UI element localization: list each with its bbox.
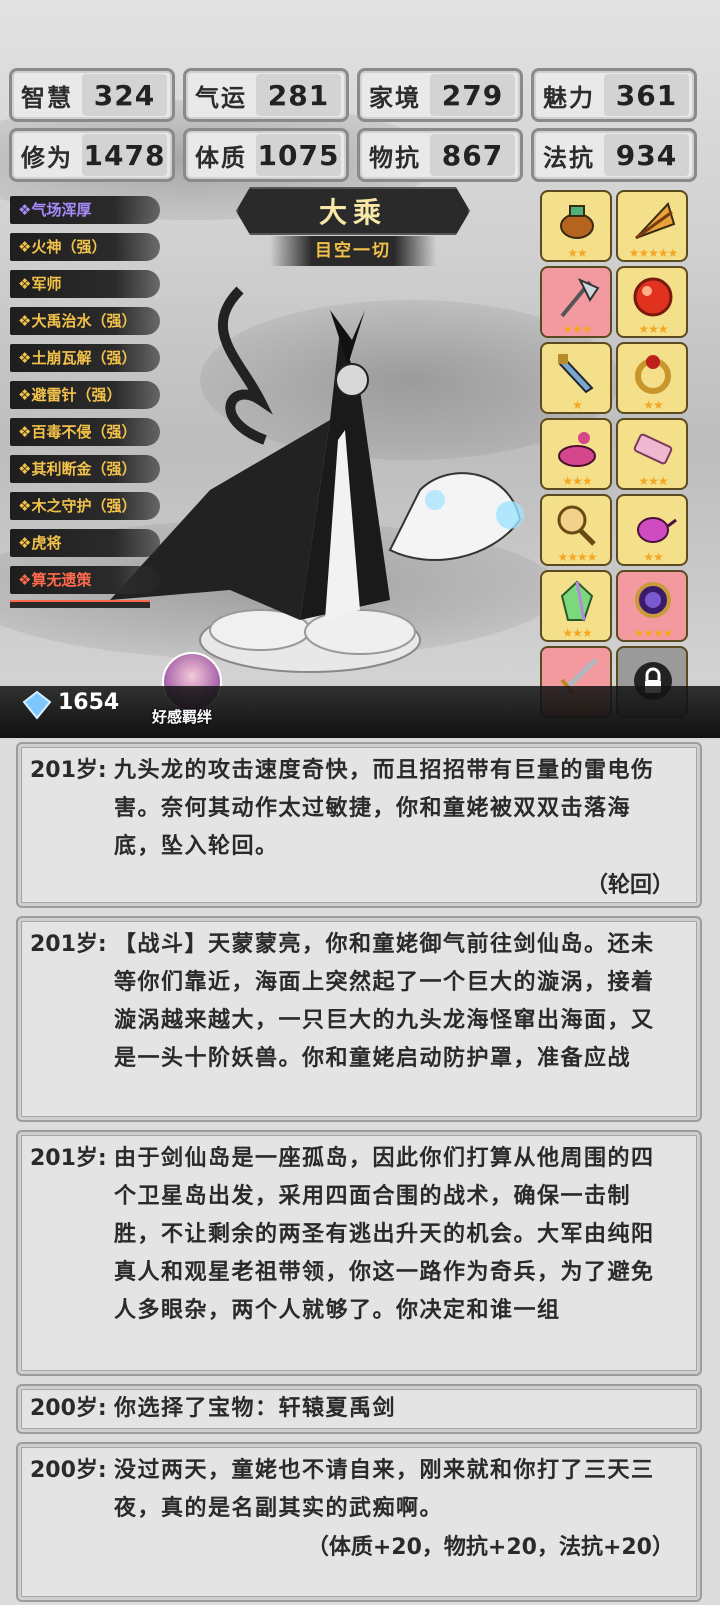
log-text: 没过两天，童姥也不请自来，刚来就和你打了三天三夜，真的是名副其实的武痴啊。 xyxy=(114,1458,655,1521)
stat-cultivation: 修为 1478 xyxy=(9,128,175,182)
log-text: 九头龙的攻击速度奇快，而且招招带有巨量的雷电伤害。奈何其动作太过敏捷，你和童姥被… xyxy=(114,758,655,859)
item-stars: ★★★ xyxy=(638,322,668,336)
trait-item[interactable]: ❖木之守护（强） xyxy=(10,492,160,520)
trait-item[interactable]: ❖算无遗策 xyxy=(10,566,160,594)
item-slot[interactable]: ★ xyxy=(540,342,612,414)
item-slot[interactable]: ★★★ xyxy=(616,418,688,490)
trait-item[interactable]: ❖军师 xyxy=(10,270,160,298)
incense-burner-icon xyxy=(560,205,594,239)
item-slot[interactable]: ★★★ xyxy=(540,266,612,338)
favor-label[interactable]: 好感羁绊 xyxy=(152,706,212,727)
purple-mirror-icon xyxy=(635,582,671,618)
stat-value: 279 xyxy=(430,74,515,116)
stat-value: 1075 xyxy=(256,134,341,176)
stat-label: 气运 xyxy=(195,83,247,112)
gourd-bowl-icon xyxy=(558,432,596,467)
stat-value: 867 xyxy=(430,134,515,176)
item-stars: ★★ xyxy=(643,398,664,412)
item-stars: ★★★ xyxy=(562,322,592,336)
log-result: （体质+20，物抗+20，法抗+20） xyxy=(306,1535,674,1560)
log-entry: 201岁: 由于剑仙岛是一座孤岛，因此你们打算从他周围的四个卫星岛出发，采用四面合… xyxy=(16,1130,702,1376)
trait-item[interactable]: ❖火神（强） xyxy=(10,233,160,261)
stat-value: 1478 xyxy=(82,134,167,176)
item-stars: ★★★ xyxy=(562,626,592,640)
axe-icon xyxy=(560,277,600,318)
item-stars: ★★★ xyxy=(638,474,668,488)
log-entry: 201岁: 九头龙的攻击速度奇快，而且招招带有巨量的雷电伤害。奈何其动作太过敏捷，… xyxy=(16,742,702,908)
trait-item[interactable]: ❖大禹治水（强） xyxy=(10,307,160,335)
trait-item[interactable]: ❖土崩瓦解（强） xyxy=(10,344,160,372)
stat-label: 法抗 xyxy=(543,143,595,172)
item-slot[interactable]: ★★★★ xyxy=(540,494,612,566)
log-text: 由于剑仙岛是一座孤岛，因此你们打算从他周围的四个卫星岛出发，采用四面合围的战术，… xyxy=(114,1146,655,1323)
trait-item[interactable]: ❖避雷针（强） xyxy=(10,381,160,409)
log-age: 200岁: xyxy=(30,1458,107,1483)
trait-item[interactable]: ❖百毒不侵（强） xyxy=(10,418,160,446)
stat-value: 281 xyxy=(256,74,341,116)
fan-icon xyxy=(635,202,676,240)
realm-title: 大乘 xyxy=(236,187,470,235)
mirror-icon xyxy=(557,505,596,546)
item-stars: ★ xyxy=(572,398,583,412)
stat-label: 魅力 xyxy=(543,83,595,112)
item-slot[interactable]: ★★ xyxy=(616,342,688,414)
stat-label: 物抗 xyxy=(369,143,421,172)
teapot-icon xyxy=(637,517,677,543)
item-slot[interactable]: ★★★★ xyxy=(616,570,688,642)
item-stars: ★★★ xyxy=(562,474,592,488)
trait-item[interactable]: ❖其利断金（强） xyxy=(10,455,160,483)
log-entry: 201岁: 【战斗】天蒙蒙亮，你和童姥御气前往剑仙岛。还未等你们靠近，海面上突然起… xyxy=(16,916,702,1122)
item-slot[interactable]: ★★ xyxy=(540,190,612,262)
stat-label: 智慧 xyxy=(21,83,73,112)
item-stars: ★★ xyxy=(567,246,588,260)
item-stars: ★★ xyxy=(643,550,664,564)
item-slot[interactable]: ★★★ xyxy=(616,266,688,338)
stat-label: 家境 xyxy=(369,83,421,112)
red-orb-icon xyxy=(633,277,673,317)
item-stars: ★★★★★ xyxy=(628,246,679,260)
stat-value: 934 xyxy=(604,134,689,176)
stat-value: 361 xyxy=(604,74,689,116)
stat-value: 324 xyxy=(82,74,167,116)
trait-item[interactable]: ❖气场浑厚 xyxy=(10,196,160,224)
log-age: 201岁: xyxy=(30,932,107,957)
trait-item[interactable]: ❖虎将 xyxy=(10,529,160,557)
log-text: 你选择了宝物：轩辕夏禹剑 xyxy=(114,1396,397,1421)
stat-luck: 气运 281 xyxy=(183,68,349,122)
log-text: 【战斗】天蒙蒙亮，你和童姥御气前往剑仙岛。还未等你们靠近，海面上突然起了一个巨大… xyxy=(114,932,655,1071)
item-slot[interactable]: ★★★ xyxy=(540,570,612,642)
gem-count: 1654 xyxy=(58,690,120,715)
gem-icon xyxy=(22,690,52,720)
character-illustration xyxy=(110,286,524,673)
ring-icon xyxy=(635,355,671,394)
log-age: 200岁: xyxy=(30,1396,107,1421)
dagger-icon xyxy=(558,354,594,394)
item-slot[interactable]: ★★★ xyxy=(540,418,612,490)
trait-list-overflow[interactable] xyxy=(10,600,150,608)
item-stars: ★★★★ xyxy=(633,626,673,640)
stat-physical-resist: 物抗 867 xyxy=(357,128,523,182)
item-stars: ★★★★ xyxy=(557,550,597,564)
stat-family: 家境 279 xyxy=(357,68,523,122)
stat-wisdom: 智慧 324 xyxy=(9,68,175,122)
stat-label: 修为 xyxy=(21,143,73,172)
scroll-icon xyxy=(633,433,673,465)
stat-constitution: 体质 1075 xyxy=(183,128,349,182)
log-age: 201岁: xyxy=(30,1146,107,1171)
log-entry: 200岁: 没过两天，童姥也不请自来，刚来就和你打了三天三夜，真的是名副其实的武痴… xyxy=(16,1442,702,1602)
crystal-icon xyxy=(560,580,594,621)
log-age: 201岁: xyxy=(30,758,107,783)
stat-charm: 魅力 361 xyxy=(531,68,697,122)
realm-subtitle: 目空一切 xyxy=(270,236,436,266)
item-slot[interactable]: ★★ xyxy=(616,494,688,566)
log-result: （轮回） xyxy=(585,873,674,898)
stat-label: 体质 xyxy=(195,143,247,172)
log-entry: 200岁: 你选择了宝物：轩辕夏禹剑 xyxy=(16,1384,702,1434)
stat-magic-resist: 法抗 934 xyxy=(531,128,697,182)
item-slot[interactable]: ★★★★★ xyxy=(616,190,688,262)
